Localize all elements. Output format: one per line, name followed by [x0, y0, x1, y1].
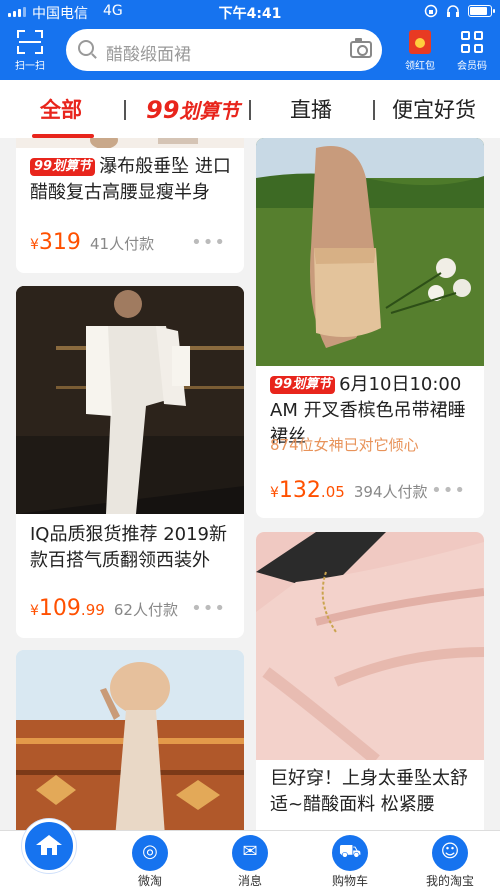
tab-divider [373, 100, 375, 120]
nav-weitao-label: 微淘 [137, 874, 162, 888]
bottom-navigation: ◎ 微淘 ✉ 消息 ⛟ 购物车 ☺ 我的淘宝 [0, 819, 500, 889]
product-image [16, 650, 244, 830]
tab-99-text: 划算节 [179, 99, 240, 123]
product-price: ¥319 [30, 230, 81, 255]
member-code-label: 会员码 [457, 61, 487, 72]
product-image [16, 286, 244, 514]
product-image [16, 138, 244, 148]
payer-count: 62人付款 [113, 601, 178, 619]
product-card[interactable]: 99划算节 瀑布般垂坠 进口醋酸复古高腰显瘦半身 ¥319 41人付款 ••• [16, 138, 244, 273]
product-title: 巨好穿！上身太垂坠太舒适~醋酸面料 松紧腰 [270, 768, 468, 815]
rotation-lock-icon [424, 4, 438, 18]
payer-count: 41人付款 [90, 235, 155, 253]
scan-icon [17, 30, 43, 54]
nav-cart-label: 购物车 [331, 874, 368, 888]
product-card[interactable]: 99划算节 6月10日10:00 AM 开叉香槟色吊带裙睡裙丝 874位女神已对它… [256, 138, 484, 518]
more-options-icon[interactable]: ••• [191, 600, 226, 618]
product-card[interactable]: IQ品质狠货推荐 2019新款百搭气质翻领西装外 ¥109.99 62人付款 •… [16, 286, 244, 638]
nav-my-taobao[interactable]: ☺ 我的淘宝 [410, 835, 490, 889]
message-bubble-icon: ✉ [232, 835, 268, 871]
price-row: ¥109.99 62人付款 ••• [30, 596, 232, 626]
tab-all[interactable]: 全部 [40, 95, 82, 125]
status-bar: 中国电信 4G 下午4:41 [0, 0, 500, 24]
red-packet-button[interactable]: 领红包 [398, 30, 442, 72]
scan-label: 扫一扫 [15, 61, 45, 72]
product-title: IQ品质狠货推荐 2019新款百搭气质翻领西装外 [30, 524, 228, 571]
tab-99-number: 99 [146, 96, 180, 124]
weitao-icon: ◎ [132, 835, 168, 871]
product-feed: 99划算节 瀑布般垂坠 进口醋酸复古高腰显瘦半身 ¥319 41人付款 ••• I… [0, 138, 500, 830]
search-icon [78, 40, 94, 56]
qr-code-icon [461, 30, 483, 54]
category-tabs: 全部 99划算节 直播 便宜好货 [0, 80, 500, 138]
nav-weitao[interactable]: ◎ 微淘 [110, 835, 190, 889]
product-image [256, 532, 484, 760]
price-row: ¥132.05 394人付款 ••• [270, 478, 472, 508]
red-packet-icon [409, 30, 431, 54]
tab-cheap-goods[interactable]: 便宜好货 [392, 95, 476, 125]
product-price: ¥132.05 [270, 478, 345, 503]
product-card[interactable] [16, 650, 244, 830]
scan-button[interactable]: 扫一扫 [8, 30, 52, 72]
nav-messages-label: 消息 [237, 874, 262, 888]
headphones-icon [447, 5, 459, 17]
product-title: 99划算节 瀑布般垂坠 进口醋酸复古高腰显瘦半身 [30, 156, 231, 203]
battery-icon [468, 5, 495, 17]
99-festival-tag: 99划算节 [270, 376, 336, 394]
tab-live[interactable]: 直播 [290, 95, 332, 125]
more-options-icon[interactable]: ••• [431, 482, 466, 500]
99-festival-tag: 99划算节 [30, 158, 96, 176]
payer-count: 394人付款 [353, 483, 428, 501]
profile-icon: ☺ [432, 835, 468, 871]
red-packet-label: 领红包 [405, 61, 435, 72]
more-options-icon[interactable]: ••• [191, 234, 226, 252]
home-icon [36, 835, 62, 855]
product-price: ¥109.99 [30, 596, 105, 621]
tab-divider [124, 100, 126, 120]
nav-cart[interactable]: ⛟ 购物车 [310, 835, 390, 889]
camera-search-icon[interactable] [350, 38, 372, 58]
nav-my-taobao-label: 我的淘宝 [425, 874, 474, 888]
product-image [256, 138, 484, 366]
member-code-button[interactable]: 会员码 [450, 30, 494, 72]
search-placeholder: 醋酸缎面裙 [106, 45, 191, 65]
top-header: 扫一扫 醋酸缎面裙 领红包 会员码 [0, 24, 500, 80]
tab-divider [249, 100, 251, 120]
nav-messages[interactable]: ✉ 消息 [210, 835, 290, 889]
product-card[interactable]: 巨好穿！上身太垂坠太舒适~醋酸面料 松紧腰 [256, 532, 484, 830]
shopping-cart-icon: ⛟ [332, 835, 368, 871]
home-tab[interactable] [22, 819, 76, 873]
price-row: ¥319 41人付款 ••• [30, 230, 232, 260]
tab-99-festival[interactable]: 99划算节 [146, 95, 239, 125]
product-subtitle: 874位女神已对它倾心 [270, 436, 419, 454]
search-bar[interactable]: 醋酸缎面裙 [66, 29, 382, 71]
